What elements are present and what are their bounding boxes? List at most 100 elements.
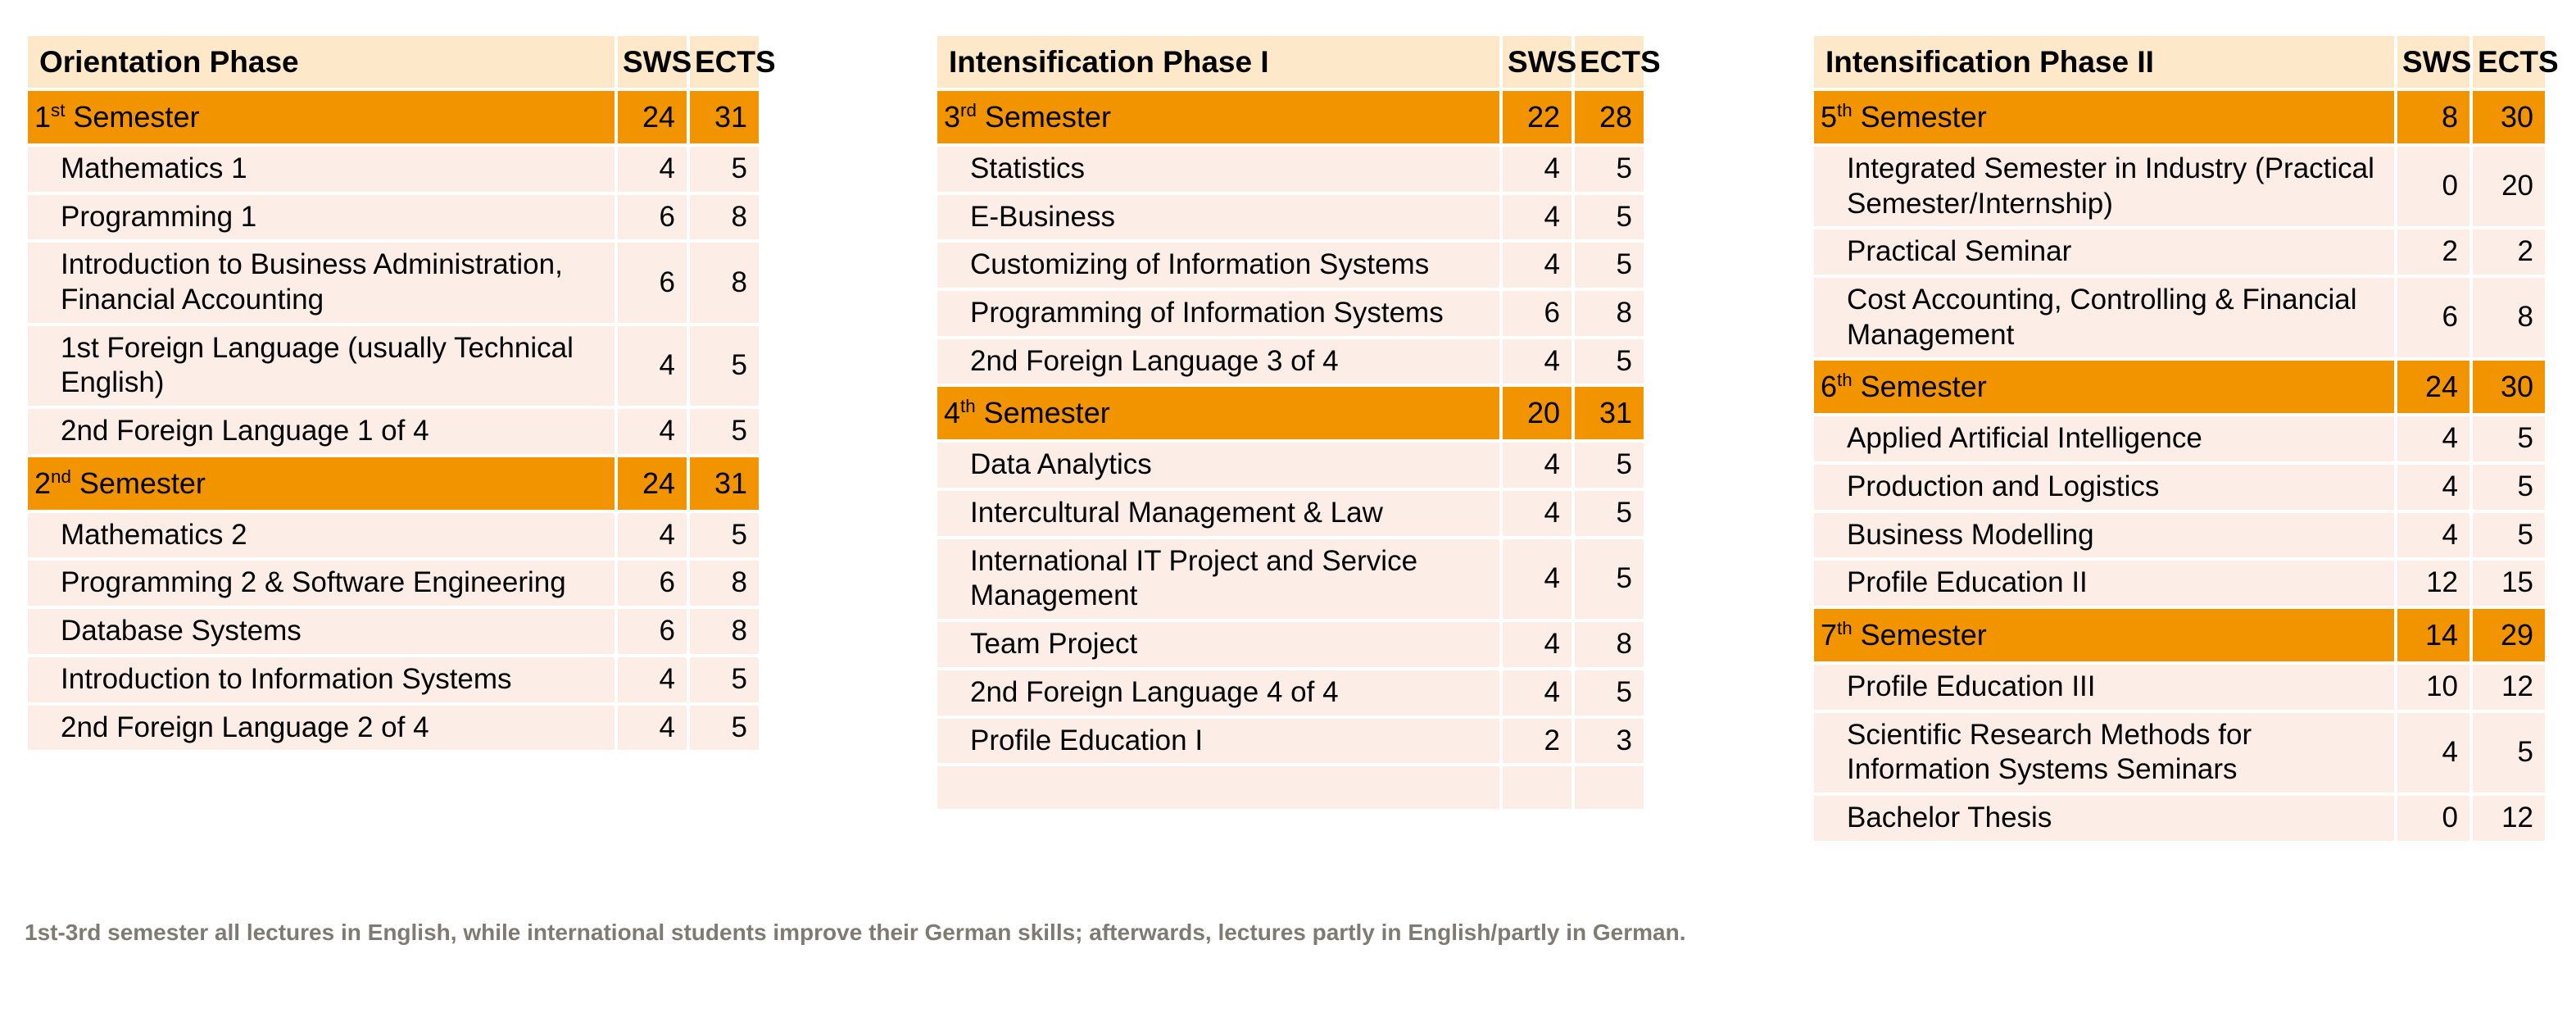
course-sws-value: 4 [1503, 338, 1571, 384]
semester-label: 5th Semester [1814, 91, 2394, 144]
semester-ordinal-suffix: th [960, 396, 976, 417]
semester-ordinal-suffix: th [1837, 618, 1853, 639]
course-row: Mathematics 145 [28, 147, 759, 192]
course-ects-value: 8 [1575, 622, 1644, 667]
course-row: Production and Logistics 4 5 [1814, 465, 2545, 510]
course-ects-value: 5 [1575, 194, 1644, 240]
course-ects-value: 5 [690, 147, 759, 192]
semester-label: 3rd Semester [937, 91, 1499, 144]
course-name: Programming 1 [28, 194, 615, 240]
course-sws-value: 4 [2397, 712, 2469, 793]
semester-sws-total: 24 [618, 91, 687, 144]
course-name: Customizing of Information Systems [937, 243, 1499, 288]
semester-ects-total: 29 [2473, 609, 2545, 662]
semester-word: Semester [1852, 370, 1987, 404]
semester-row: 3rd Semester 22 28 [937, 91, 1644, 144]
course-name: Programming of Information Systems [937, 291, 1499, 336]
spacer-cell [937, 766, 1499, 810]
course-ects-value: 5 [690, 512, 759, 558]
course-ects-value: 5 [1575, 491, 1644, 536]
course-row: Business Modelling 4 5 [1814, 512, 2545, 558]
course-row: E-Business 4 5 [937, 194, 1644, 240]
course-name: International IT Project and Service Man… [937, 538, 1499, 620]
course-row: Scientific Research Methods for Informat… [1814, 712, 2545, 793]
semester-row: 4th Semester 20 31 [937, 387, 1644, 440]
course-sws-value: 4 [1503, 622, 1571, 667]
course-row: Practical Seminar 2 2 [1814, 229, 2545, 275]
semester-ordinal-number: 5 [1821, 100, 1838, 134]
semester-ordinal-number: 3 [944, 100, 961, 134]
course-sws-value: 4 [1503, 243, 1571, 288]
course-ects-value: 5 [1575, 147, 1644, 192]
course-row: Profile Education I23 [937, 718, 1644, 764]
course-name: 2nd Foreign Language 2 of 4 [28, 705, 615, 751]
course-name: Scientific Research Methods for Informat… [1814, 712, 2394, 793]
column-header-sws: SWS [618, 36, 692, 89]
course-row: 2nd Foreign Language 4 of 445 [937, 670, 1644, 715]
course-sws-value: 4 [1503, 538, 1571, 620]
phase-table: Intensification Phase I SWS ECTS 3rd Semest… [934, 33, 1661, 812]
column-header-ects: ECTS [2473, 36, 2559, 89]
course-sws-value: 4 [618, 512, 687, 558]
semester-sws-total: 14 [2397, 609, 2469, 662]
course-row: Customizing of Information Systems 4 5 [937, 243, 1644, 288]
semester-row: 1st Semester 24 31 [28, 91, 759, 144]
course-sws-value: 6 [1503, 291, 1571, 336]
semester-word: Semester [976, 100, 1111, 134]
semester-label: 6th Semester [1814, 361, 2394, 414]
semester-ects-total: 31 [1575, 387, 1644, 440]
course-name: Statistics [937, 147, 1499, 192]
table-header-row: Orientation Phase SWS ECTS [28, 36, 776, 89]
phase-title: Intensification Phase I [937, 36, 1499, 89]
course-ects-value [1575, 766, 1644, 810]
table-header-row: Intensification Phase II SWS ECTS [1814, 36, 2559, 89]
course-sws-value: 6 [618, 194, 687, 240]
column-header-sws: SWS [1503, 36, 1576, 89]
course-name: 2nd Foreign Language 4 of 4 [937, 670, 1499, 715]
course-ects-value: 5 [690, 705, 759, 751]
semester-row: 5th Semester 8 30 [1814, 91, 2545, 144]
course-name: Integrated Semester in Industry (Practic… [1814, 147, 2394, 227]
course-sws-value: 4 [618, 409, 687, 454]
semester-label: 1st Semester [28, 91, 615, 144]
course-ects-value: 5 [1575, 243, 1644, 288]
course-ects-value: 2 [2473, 229, 2545, 275]
course-row: Mathematics 245 [28, 512, 759, 558]
column-header-sws: SWS [2397, 36, 2471, 89]
semester-sws-total: 22 [1503, 91, 1571, 144]
course-sws-value: 6 [2397, 278, 2469, 358]
semester-ects-total: 30 [2473, 91, 2545, 144]
course-sws-value: 4 [1503, 147, 1571, 192]
course-name: Production and Logistics [1814, 465, 2394, 510]
course-name: Data Analytics [937, 443, 1499, 488]
course-ects-value: 5 [2473, 512, 2545, 558]
course-sws-value: 4 [618, 656, 687, 702]
course-sws-value: 4 [1503, 491, 1571, 536]
course-sws-value: 4 [2397, 465, 2469, 510]
course-row: Profile Education III 10 12 [1814, 665, 2545, 710]
course-ects-value: 5 [1575, 443, 1644, 488]
semester-ordinal-number: 7 [1821, 618, 1838, 652]
phase-table: Orientation Phase SWS ECTS 1st Semester 24 31… [25, 33, 776, 753]
course-name: Profile Education II [1814, 561, 2394, 606]
semester-word: Semester [1852, 100, 1987, 134]
semester-ordinal-number: 2 [34, 466, 52, 500]
course-row: Database Systems 6 8 [28, 609, 759, 654]
course-row: Programming of Information Systems 6 8 [937, 291, 1644, 336]
semester-sws-total: 24 [618, 456, 687, 510]
semester-sws-total: 20 [1503, 387, 1571, 440]
semester-sws-total: 24 [2397, 361, 2469, 414]
semester-ordinal-number: 6 [1821, 370, 1838, 404]
course-name: Programming 2 & Software Engineering [28, 561, 615, 606]
course-row: 2nd Foreign Language 1 of 445 [28, 409, 759, 454]
course-row: 2nd Foreign Language 2 of 445 [28, 705, 759, 751]
course-sws-value: 4 [618, 705, 687, 751]
course-name: Profile Education III [1814, 665, 2394, 710]
semester-word: Semester [65, 100, 200, 134]
course-sws-value: 12 [2397, 561, 2469, 606]
course-ects-value: 12 [2473, 796, 2545, 841]
course-row: Profile Education II 12 15 [1814, 561, 2545, 606]
table-header-row: Intensification Phase I SWS ECTS [937, 36, 1661, 89]
course-name: Bachelor Thesis [1814, 796, 2394, 841]
course-name: Intercultural Management & Law [937, 491, 1499, 536]
